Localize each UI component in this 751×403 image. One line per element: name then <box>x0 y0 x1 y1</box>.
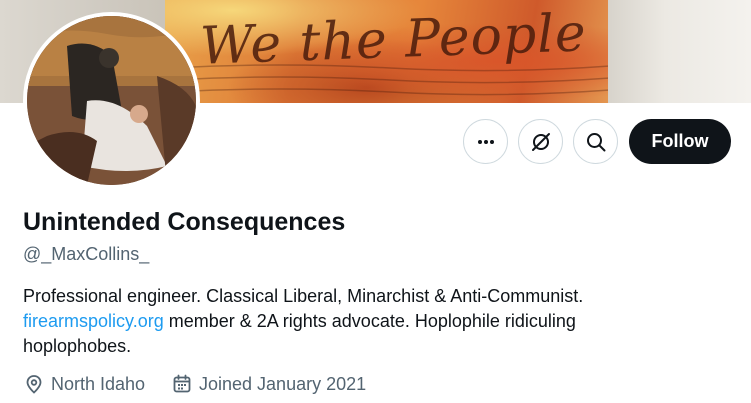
search-icon <box>586 132 605 151</box>
profile-bio: Professional engineer. Classical Liberal… <box>23 284 723 359</box>
grok-button[interactable] <box>518 119 563 164</box>
bio-link[interactable]: firearmspolicy.org <box>23 311 164 331</box>
bio-line-3: hoplophobes. <box>23 336 132 356</box>
bio-line-2: member & 2A rights advocate. Hoplophile … <box>163 311 576 331</box>
more-options-button[interactable] <box>463 119 508 164</box>
profile-joined-date: Joined January 2021 <box>171 372 366 396</box>
bio-line-1: Professional engineer. Classical Liberal… <box>23 286 584 306</box>
location-text: North Idaho <box>51 373 146 394</box>
search-profile-button[interactable] <box>573 119 618 164</box>
profile-handle: @_MaxCollins_ <box>23 244 150 264</box>
follow-button[interactable]: Follow <box>629 119 731 164</box>
joined-text: Joined January 2021 <box>199 373 367 394</box>
avatar-image <box>27 16 196 185</box>
grok-icon <box>531 132 550 151</box>
profile-display-name: Unintended Consequences <box>23 208 346 236</box>
location-pin-icon <box>23 373 45 395</box>
profile-avatar[interactable] <box>23 12 200 189</box>
more-horizontal-icon <box>477 139 494 144</box>
calendar-icon <box>171 373 193 395</box>
profile-location: North Idaho <box>23 372 145 396</box>
banner-background-right <box>608 0 751 103</box>
